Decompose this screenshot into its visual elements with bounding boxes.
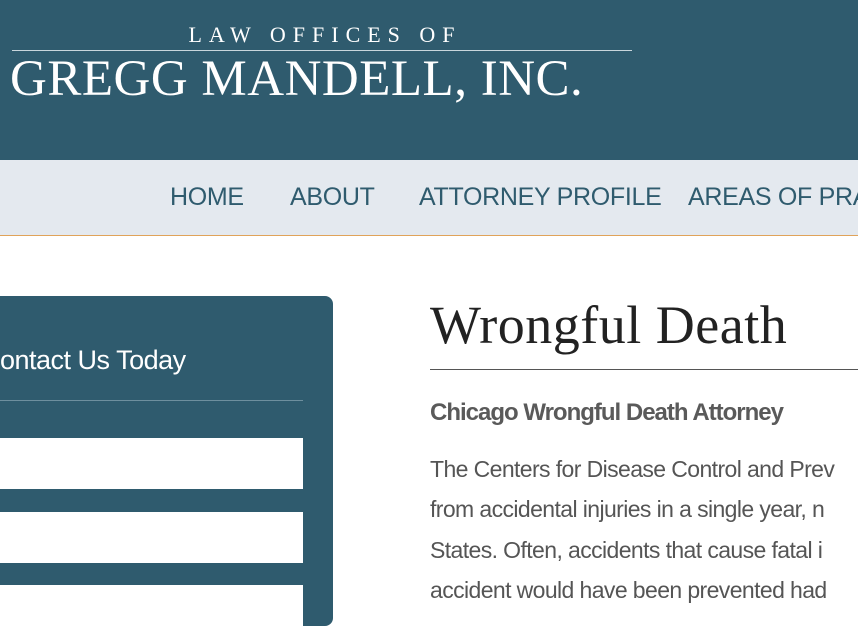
paragraph-line: The Centers for Disease Control and Prev xyxy=(430,456,835,482)
logo-firm-name: GREGG MANDELL, INC. xyxy=(10,51,584,107)
title-divider xyxy=(430,369,858,370)
paragraph-line: from accidental injuries in a single yea… xyxy=(430,496,825,522)
main-navigation: HOME ABOUT ATTORNEY PROFILE AREAS OF PRA… xyxy=(0,160,858,236)
nav-item-areas-of-practice[interactable]: AREAS OF PRAC xyxy=(688,182,858,212)
site-logo[interactable]: LAW OFFICES OF GREGG MANDELL, INC. xyxy=(10,22,632,107)
contact-form-title: ontact Us Today xyxy=(0,345,186,375)
page-title: Wrongful Death xyxy=(430,295,788,355)
nav-item-attorney-profile[interactable]: ATTORNEY PROFILE xyxy=(419,182,662,212)
contact-name-field[interactable] xyxy=(0,438,303,489)
paragraph-line: States. Often, accidents that cause fata… xyxy=(430,537,823,563)
logo-tagline: LAW OFFICES OF xyxy=(188,22,462,47)
contact-form-divider xyxy=(0,400,303,401)
page-subheading: Chicago Wrongful Death Attorney xyxy=(430,399,784,426)
nav-item-home[interactable]: HOME xyxy=(170,182,244,212)
site-header: LAW OFFICES OF GREGG MANDELL, INC. xyxy=(0,0,858,160)
contact-phone-field[interactable] xyxy=(0,585,303,636)
nav-item-about[interactable]: ABOUT xyxy=(290,182,375,212)
contact-email-field[interactable] xyxy=(0,512,303,563)
paragraph-line: accident would have been prevented had xyxy=(430,577,827,603)
